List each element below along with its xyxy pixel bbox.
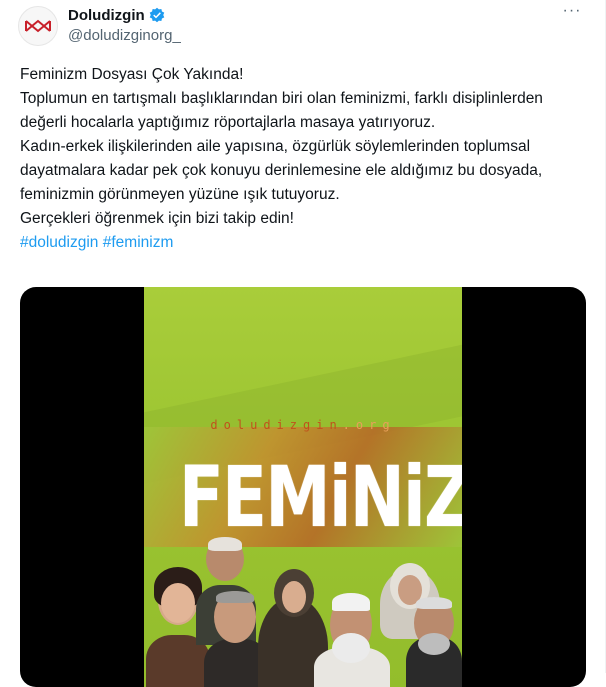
tweet-media[interactable]: doludizgin.org FEMiNiZM <box>20 287 586 687</box>
tweet-card: Doludizgin @doludizginorg_ ··· Feminizm … <box>0 0 606 687</box>
tweet-paragraph-2: Kadın-erkek ilişkilerinden aile yapısına… <box>20 138 543 227</box>
tweet-header: Doludizgin @doludizginorg_ <box>68 6 181 45</box>
hashtag-feminizm[interactable]: #feminizm <box>103 234 174 251</box>
verified-badge-icon <box>149 7 164 23</box>
poster-site-text: doludizgin.org <box>210 418 396 432</box>
author-handle[interactable]: @doludizginorg_ <box>68 27 181 44</box>
more-options-icon[interactable]: ··· <box>561 3 583 22</box>
author-name[interactable]: Doludizgin <box>68 7 145 24</box>
tweet-paragraph-1: Feminizm Dosyası Çok Yakında! Toplumun e… <box>20 66 543 131</box>
hashtag-doludizgin[interactable]: #doludizgin <box>20 234 98 251</box>
poster-image: doludizgin.org FEMiNiZM <box>144 287 462 687</box>
tweet-text: Feminizm Dosyası Çok Yakında! Toplumun e… <box>20 63 586 255</box>
poster-headline: FEMiNiZM <box>178 448 462 546</box>
hashtag-row: #doludizgin #feminizm <box>20 231 586 255</box>
doludizgin-logo-icon <box>25 19 51 33</box>
poster-portraits <box>144 537 462 687</box>
author-avatar[interactable] <box>18 6 58 46</box>
